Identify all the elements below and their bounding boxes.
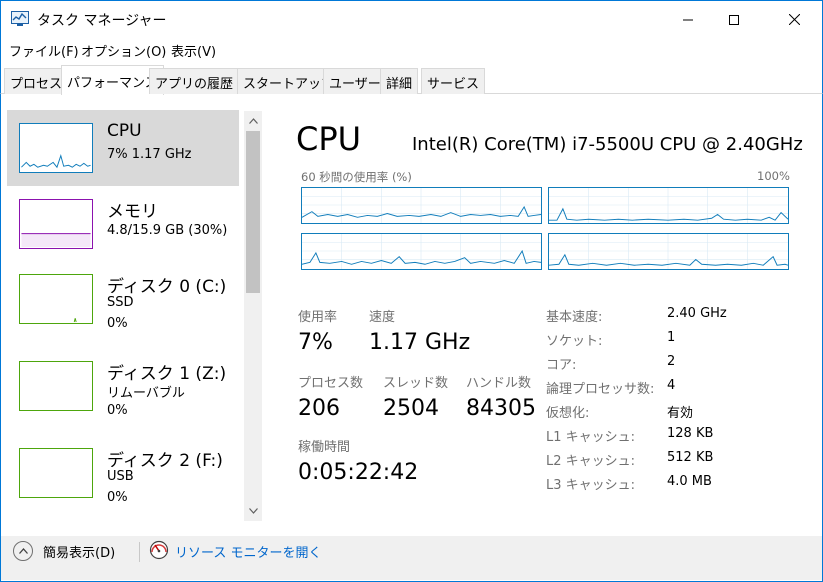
tab-processes[interactable]: プロセス xyxy=(4,68,69,94)
menu-view[interactable]: 表示(V) xyxy=(171,41,216,60)
cpu-core-graph-0 xyxy=(301,187,542,224)
sidebar-item-title: メモリ xyxy=(107,202,158,222)
threads-value: 2504 xyxy=(383,396,439,421)
cpu-core-graph-2 xyxy=(301,233,542,270)
scroll-down-icon[interactable] xyxy=(244,502,262,520)
footer-divider xyxy=(139,542,140,562)
title-bar[interactable]: タスク マネージャー xyxy=(0,0,823,38)
sidebar-item-title: CPU xyxy=(107,121,142,141)
memory-thumbnail-graph xyxy=(19,199,93,249)
task-manager-icon xyxy=(11,11,29,26)
l3-cache-value: 4.0 MB xyxy=(667,474,712,489)
sidebar-item-usage: 0% xyxy=(107,403,128,418)
tab-users[interactable]: ユーザー xyxy=(323,68,387,94)
l1-cache-value: 128 KB xyxy=(667,426,714,441)
sidebar-item-detail: USB xyxy=(107,469,134,484)
l2-cache-value: 512 KB xyxy=(667,450,714,465)
sidebar-item-detail: 7% 1.17 GHz xyxy=(107,147,192,162)
cores-label: コア: xyxy=(546,358,577,373)
sidebar-item-disk-1[interactable]: ディスク 1 (Z:) リムーバブル 0% xyxy=(7,348,239,424)
sidebar-item-title: ディスク 2 (F:) xyxy=(107,451,223,471)
chevron-up-icon xyxy=(18,548,28,554)
processes-value: 206 xyxy=(298,396,340,421)
base-speed-label: 基本速度: xyxy=(546,310,603,325)
menu-options[interactable]: オプション(O) xyxy=(81,41,166,60)
uptime-label: 稼働時間 xyxy=(298,440,351,455)
cores-value: 2 xyxy=(667,354,676,369)
sidebar-item-usage: 0% xyxy=(107,316,128,331)
base-speed-value: 2.40 GHz xyxy=(667,306,727,321)
handles-label: ハンドル数 xyxy=(466,376,532,391)
cpu-core-graph-1 xyxy=(548,187,789,224)
scroll-up-icon[interactable] xyxy=(244,112,262,130)
sockets-label: ソケット: xyxy=(546,334,603,349)
l2-cache-label: L2 キャッシュ: xyxy=(546,454,636,469)
virtualization-value: 有効 xyxy=(667,406,694,421)
tab-app-history[interactable]: アプリの履歴 xyxy=(149,68,240,94)
menu-bar: ファイル(F) オプション(O) 表示(V) xyxy=(0,38,823,62)
sidebar-item-detail: 4.8/15.9 GB (30%) xyxy=(107,223,228,238)
page-title: CPU xyxy=(296,120,362,158)
logical-processors-value: 4 xyxy=(667,378,676,393)
sidebar-item-title: ディスク 1 (Z:) xyxy=(107,364,227,384)
sidebar-item-cpu[interactable]: CPU 7% 1.17 GHz xyxy=(7,110,239,186)
speed-value: 1.17 GHz xyxy=(369,330,471,355)
disk-thumbnail-graph xyxy=(19,448,93,498)
resource-monitor-icon[interactable] xyxy=(149,540,169,560)
disk-thumbnail-graph xyxy=(19,361,93,411)
minimize-icon xyxy=(683,19,693,20)
tab-services[interactable]: サービス xyxy=(421,68,486,94)
maximize-button[interactable] xyxy=(711,1,757,38)
fewer-details-label[interactable]: 簡易表示(D) xyxy=(43,542,115,561)
sidebar-item-detail: リムーバブル xyxy=(107,386,185,401)
sidebar-item-title: ディスク 0 (C:) xyxy=(107,277,227,297)
fewer-details-button[interactable] xyxy=(13,541,33,561)
cpu-core-graph-3 xyxy=(548,233,789,270)
processes-label: プロセス数 xyxy=(298,376,364,391)
graph-max-label: 100% xyxy=(757,169,790,183)
menu-file[interactable]: ファイル(F) xyxy=(9,41,79,60)
threads-label: スレッド数 xyxy=(383,376,449,391)
sidebar-item-usage: 0% xyxy=(107,490,128,505)
open-resource-monitor-link[interactable]: リソース モニターを開く xyxy=(175,542,321,561)
sockets-value: 1 xyxy=(667,330,676,345)
usage-label: 使用率 xyxy=(298,310,338,325)
sidebar-item-detail: SSD xyxy=(107,295,134,310)
sidebar-item-disk-2[interactable]: ディスク 2 (F:) USB 0% xyxy=(7,435,239,511)
tab-strip: プロセス パフォーマンス アプリの履歴 スタートアップ ユーザー 詳細 サービス xyxy=(0,62,823,95)
tab-details[interactable]: 詳細 xyxy=(380,68,419,94)
maximize-icon xyxy=(729,14,739,25)
graph-caption: 60 秒間の使用率 (%) xyxy=(301,170,412,184)
disk-thumbnail-graph xyxy=(19,274,93,324)
scroll-thumb[interactable] xyxy=(246,131,260,293)
close-button[interactable] xyxy=(771,1,817,38)
virtualization-label: 仮想化: xyxy=(546,406,590,421)
footer-bar: 簡易表示(D) リソース モニターを開く xyxy=(1,536,822,580)
sidebar-item-disk-0[interactable]: ディスク 0 (C:) SSD 0% xyxy=(7,261,239,337)
l3-cache-label: L3 キャッシュ: xyxy=(546,478,636,493)
usage-value: 7% xyxy=(298,330,333,355)
window-title: タスク マネージャー xyxy=(37,13,167,29)
sidebar-scrollbar[interactable] xyxy=(244,111,262,521)
cpu-thumbnail-graph xyxy=(19,123,93,173)
minimize-button[interactable] xyxy=(665,1,711,38)
speed-label: 速度 xyxy=(369,310,396,325)
logical-processors-label: 論理プロセッサ数: xyxy=(546,382,655,397)
close-icon xyxy=(788,14,800,25)
cpu-model-name: Intel(R) Core(TM) i7-5500U CPU @ 2.40GHz xyxy=(412,134,803,155)
handles-value: 84305 xyxy=(466,396,536,421)
sidebar-item-memory[interactable]: メモリ 4.8/15.9 GB (30%) xyxy=(7,186,239,262)
uptime-value: 0:05:22:42 xyxy=(298,460,419,485)
l1-cache-label: L1 キャッシュ: xyxy=(546,430,636,445)
